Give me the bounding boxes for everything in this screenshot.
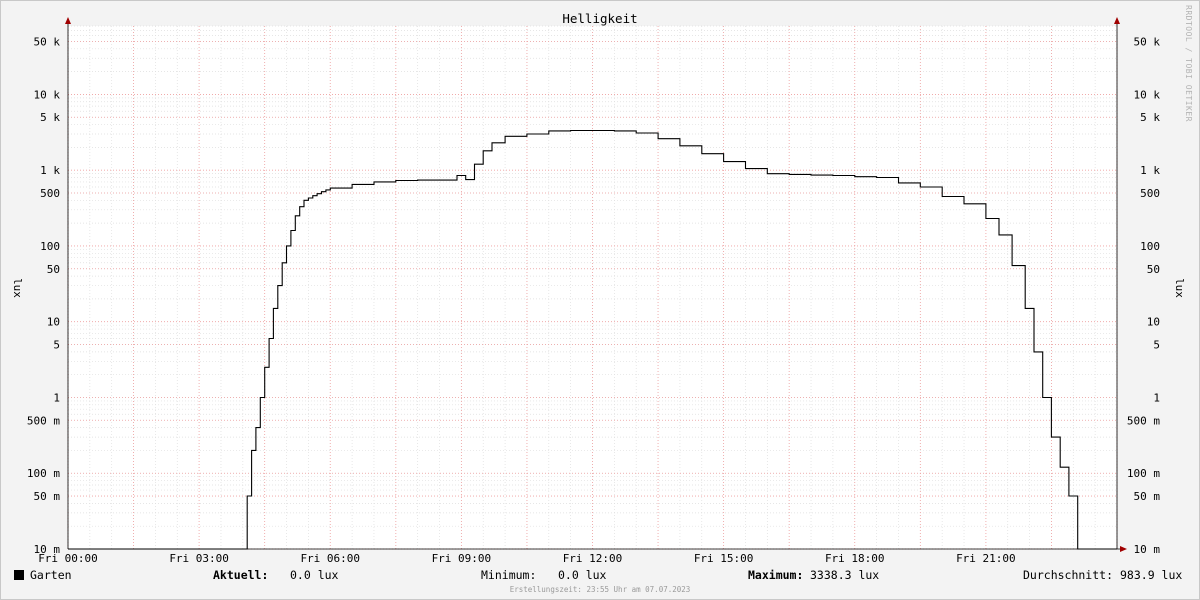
y-axis-arrow-right bbox=[1114, 17, 1120, 24]
y-axis-label-left: lux bbox=[11, 278, 24, 298]
legend: Garten Aktuell: 0.0 lux Minimum: 0.0 lux… bbox=[14, 568, 1182, 582]
x-tick-label: Fri 06:00 bbox=[300, 552, 360, 565]
legend-min-label: Minimum: bbox=[481, 568, 536, 582]
legend-swatch-garten bbox=[14, 570, 24, 580]
y-tick-label-left: 5 k bbox=[40, 111, 60, 124]
legend-current-value: 0.0 lux bbox=[290, 568, 339, 582]
y-axis-label-right: lux bbox=[1173, 278, 1186, 298]
y-tick-label-right: 100 m bbox=[1127, 467, 1160, 480]
y-tick-label-left: 50 k bbox=[34, 35, 61, 48]
y-axis-arrow-left bbox=[65, 17, 71, 24]
legend-series-name: Garten bbox=[30, 568, 72, 582]
x-tick-label: Fri 18:00 bbox=[825, 552, 885, 565]
y-tick-label-left: 1 k bbox=[40, 164, 60, 177]
x-tick-label: Fri 15:00 bbox=[694, 552, 754, 565]
x-tick-label: Fri 21:00 bbox=[956, 552, 1016, 565]
grid bbox=[67, 25, 1118, 550]
legend-current-label: Aktuell: bbox=[213, 568, 268, 582]
y-tick-label-right: 500 m bbox=[1127, 414, 1160, 427]
y-tick-label-left: 100 m bbox=[27, 467, 60, 480]
x-axis-arrow bbox=[1120, 546, 1127, 552]
y-tick-label-right: 5 bbox=[1153, 339, 1160, 352]
legend-avg-value: 983.9 lux bbox=[1120, 568, 1182, 582]
y-tick-label-left: 50 m bbox=[34, 490, 61, 503]
y-tick-label-left: 1 bbox=[53, 391, 60, 404]
y-tick-label-right: 10 bbox=[1147, 316, 1160, 329]
rrdtool-watermark: RRDTOOL / TOBI OETIKER bbox=[1184, 5, 1193, 122]
y-tick-label-right: 50 bbox=[1147, 263, 1160, 276]
y-tick-label-left: 50 bbox=[47, 263, 60, 276]
y-tick-label-right: 10 k bbox=[1134, 88, 1161, 101]
chart-title: Helligkeit bbox=[562, 11, 637, 26]
y-tick-label-left: 10 bbox=[47, 316, 60, 329]
legend-avg-label: Durchschnitt: bbox=[1023, 568, 1113, 582]
y-tick-label-right: 50 m bbox=[1134, 490, 1161, 503]
brightness-chart: Helligkeit lux lux RRDTOOL / TOBI OETIKE… bbox=[11, 5, 1193, 594]
y-tick-label-left: 10 k bbox=[34, 88, 61, 101]
y-tick-label-right: 1 k bbox=[1140, 164, 1160, 177]
y-tick-label-right: 500 bbox=[1140, 187, 1160, 200]
creation-timestamp: Erstellungszeit: 23:55 Uhr am 07.07.2023 bbox=[510, 585, 691, 594]
x-tick-label: Fri 00:00 bbox=[38, 552, 98, 565]
y-tick-label-right: 1 bbox=[1153, 391, 1160, 404]
legend-max-label: Maximum: bbox=[748, 568, 803, 582]
x-tick-label: Fri 03:00 bbox=[169, 552, 229, 565]
y-tick-label-left: 500 bbox=[40, 187, 60, 200]
legend-min-value: 0.0 lux bbox=[558, 568, 607, 582]
x-tick-label: Fri 12:00 bbox=[563, 552, 623, 565]
y-tick-label-right: 10 m bbox=[1134, 543, 1161, 556]
y-tick-label-left: 5 bbox=[53, 339, 60, 352]
legend-max-value: 3338.3 lux bbox=[810, 568, 879, 582]
x-tick-label: Fri 09:00 bbox=[432, 552, 492, 565]
y-tick-label-right: 5 k bbox=[1140, 111, 1160, 124]
y-tick-label-right: 50 k bbox=[1134, 35, 1161, 48]
y-tick-label-left: 100 bbox=[40, 240, 60, 253]
y-tick-label-left: 500 m bbox=[27, 414, 60, 427]
y-tick-label-right: 100 bbox=[1140, 240, 1160, 253]
